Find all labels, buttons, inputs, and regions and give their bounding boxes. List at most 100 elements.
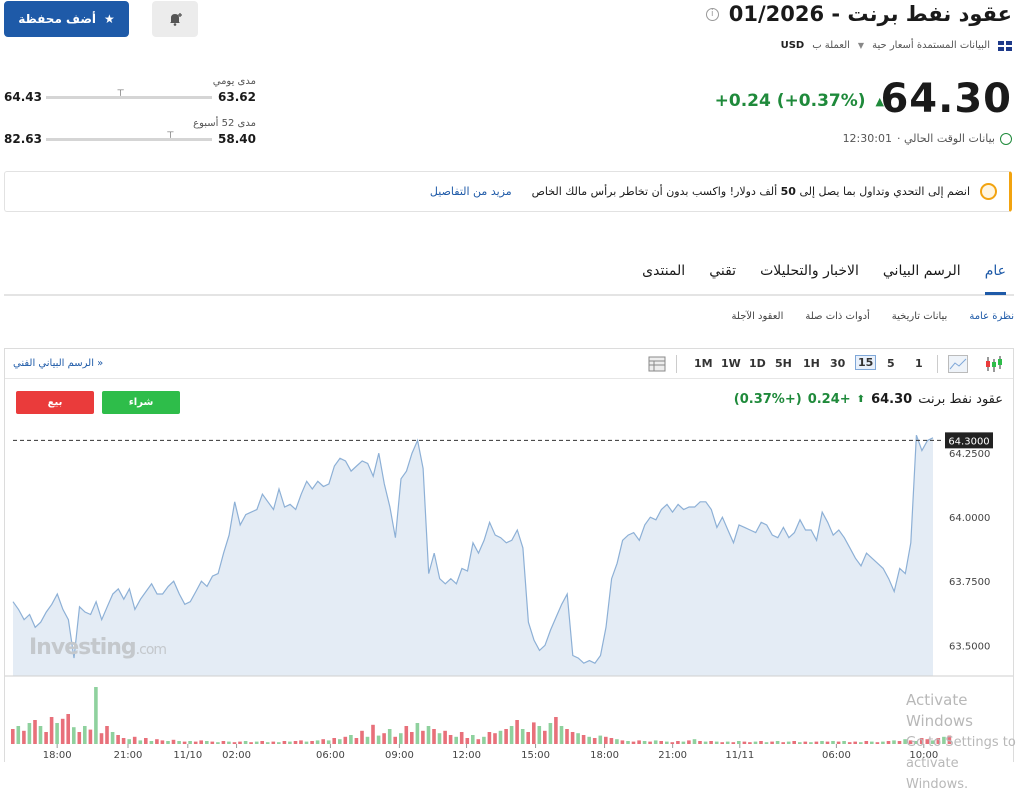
buy-button[interactable]: شراء [102, 391, 180, 414]
timeframe-30[interactable]: 30 [830, 357, 845, 370]
volume-bar [99, 733, 104, 744]
promo-text: انضم إلى التحدي وتداول بما يصل إلى 50 أل… [531, 185, 970, 198]
table-icon[interactable] [648, 356, 666, 372]
price-change: +0.24 (+0.37%) ▲ [715, 91, 884, 111]
bell-plus-icon [170, 13, 182, 26]
x-tick-label: 06:00 [316, 750, 345, 761]
volume-bar [509, 726, 514, 744]
volume-bar [282, 741, 287, 744]
volume-bar [177, 741, 181, 744]
volume-bar [687, 740, 691, 744]
tab-chart[interactable]: الرسم البياني [883, 261, 961, 294]
volume-bar [487, 732, 492, 744]
x-tick-label: 02:00 [222, 750, 251, 761]
timeframe-1[interactable]: 1 [915, 357, 923, 370]
subtab-futures[interactable]: العقود الآجلة [732, 311, 784, 322]
info-icon[interactable]: i [705, 7, 719, 21]
toolbar-divider [676, 355, 677, 373]
candlestick-icon[interactable] [985, 355, 1003, 373]
timeframe-5[interactable]: 5 [887, 357, 895, 370]
volume-bar [83, 726, 87, 744]
currency-value: USD [780, 40, 805, 51]
volume-bar [576, 733, 580, 744]
full-chart-link[interactable]: الرسم البياني الفني » [13, 358, 103, 369]
promo-link[interactable]: مزيد من التفاصيل [430, 185, 512, 198]
volume-bar [570, 732, 575, 744]
x-tick-label: 09:00 [385, 750, 414, 761]
timeframe-1m-month[interactable]: 1M [694, 357, 713, 370]
volume-bar [770, 741, 774, 744]
volume-bar [299, 740, 303, 744]
volume-bar [205, 741, 209, 744]
volume-bar [742, 741, 747, 744]
sell-button[interactable]: بيع [16, 391, 94, 414]
volume-bar [648, 741, 652, 744]
subtab-related[interactable]: أدوات ذات صلة [805, 311, 869, 322]
add-alert-button[interactable] [152, 1, 198, 37]
volume-bar [221, 741, 226, 744]
timeframe-1h[interactable]: 1H [803, 357, 820, 370]
week52-range-label: مدى 52 أسبوع [193, 118, 256, 129]
volume-bar [338, 739, 342, 744]
volume-bar [138, 740, 143, 744]
chart-price-header: عقود نفط برنت 64.30 ⬆ +0.24 (+0.37%) [734, 392, 1003, 407]
tab-technical[interactable]: تقني [709, 261, 736, 294]
week52-range-marker: ⊤ [166, 131, 175, 141]
volume-bar [692, 739, 697, 744]
volume-bar [132, 736, 137, 744]
time-info: بيانات الوقت الحالي · 12:30:01 [843, 132, 1012, 145]
volume-bar [853, 741, 857, 744]
x-tick-label: 21:00 [658, 750, 687, 761]
volume-bar [759, 741, 763, 744]
data-source-label[interactable]: البيانات المستمدة أسعار حية [872, 40, 990, 51]
volume-bar [27, 723, 32, 744]
area-chart-icon[interactable] [948, 355, 968, 373]
timeframe-1d[interactable]: 1D [749, 357, 766, 370]
tab-news[interactable]: الاخبار والتحليلات [760, 261, 859, 294]
volume-bar [520, 729, 525, 744]
volume-bar [714, 741, 719, 744]
tab-forum[interactable]: المنتدى [642, 261, 685, 294]
volume-bar [604, 736, 608, 744]
instrument-meta: البيانات المستمدة أسعار حية ▼ العملة ب U… [781, 40, 1012, 51]
chevron-down-icon[interactable]: ▼ [858, 41, 864, 50]
volume-bar [254, 741, 259, 744]
volume-bar [382, 733, 386, 744]
add-portfolio-button[interactable]: ★ أضف محفظة [4, 1, 129, 37]
week52-range-high: 82.63 [4, 132, 42, 146]
volume-bar [842, 741, 846, 744]
volume-bar [581, 735, 586, 744]
volume-bar [349, 735, 353, 744]
subtab-historical[interactable]: بيانات تاريخية [892, 311, 948, 322]
volume-bar [260, 741, 264, 744]
x-tick-label: 11/11 [725, 750, 754, 761]
volume-bar [626, 741, 630, 744]
tab-general[interactable]: عام [984, 261, 1006, 295]
timeframe-5h[interactable]: 5H [775, 357, 792, 370]
volume-bar [670, 742, 675, 744]
volume-bar [781, 742, 785, 744]
volume-bar [271, 741, 276, 744]
last-price: 64.30 [880, 76, 1012, 122]
time-value: 12:30:01 [842, 132, 892, 145]
volume-bar [598, 735, 603, 744]
price-chart[interactable]: 64.3000 64.2500 64.0000 63.7500 63.5000 18:00… [5, 419, 1013, 763]
volume-bar [188, 741, 192, 744]
volume-bar [232, 742, 237, 744]
timeframe-15[interactable]: 15 [855, 355, 877, 370]
volume-bar [227, 741, 231, 744]
volume-bar [792, 741, 796, 744]
volume-bar [482, 736, 486, 744]
volume-bar [360, 730, 364, 744]
subtab-overview[interactable]: نظرة عامة [969, 311, 1014, 322]
volume-bar [709, 741, 713, 744]
volume-bar [459, 732, 464, 744]
x-tick-label: 15:00 [521, 750, 550, 761]
target-icon [980, 183, 997, 200]
volume-bar [864, 741, 869, 744]
volume-bar [149, 741, 154, 744]
timeframe-1w[interactable]: 1W [721, 357, 741, 370]
volume-bar [676, 741, 680, 744]
volume-bar [77, 732, 82, 744]
add-portfolio-label: أضف محفظة [18, 12, 97, 26]
